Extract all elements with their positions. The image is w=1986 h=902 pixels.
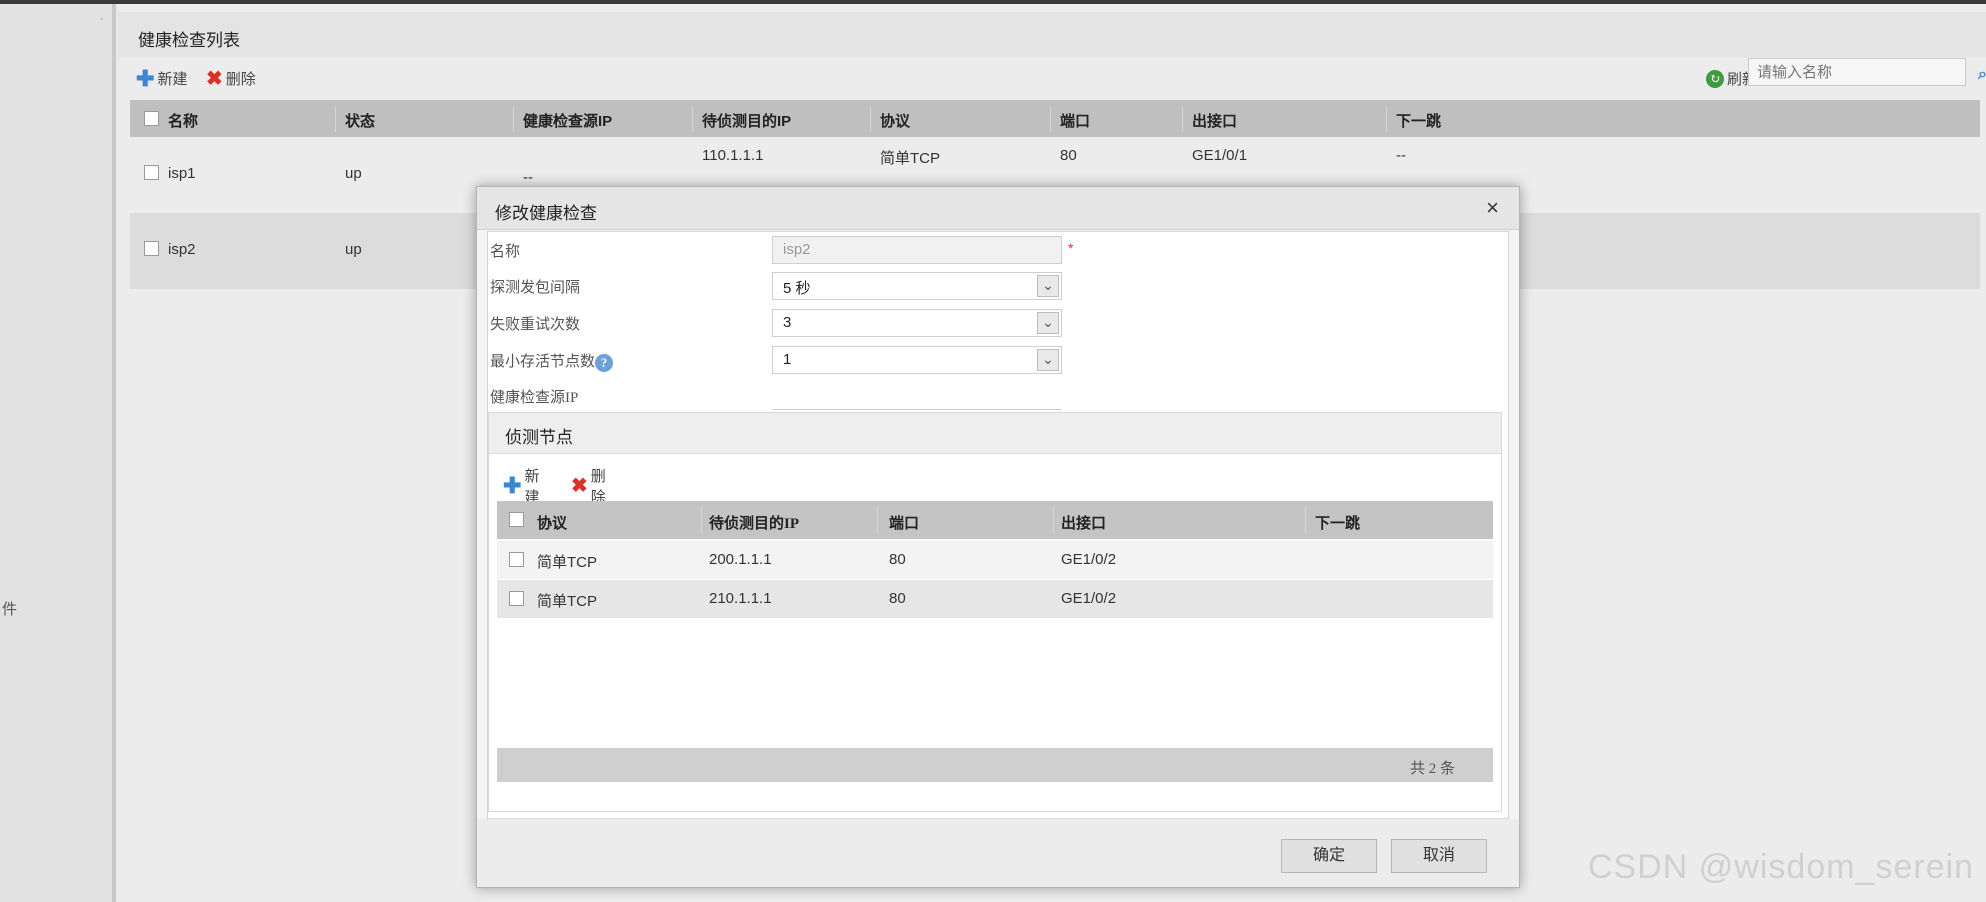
row-source-ip: --: [523, 169, 533, 186]
cross-icon: ✖: [206, 67, 223, 90]
left-nav: ◦ 件: [0, 4, 112, 902]
panel-title: 侦测节点: [505, 428, 573, 447]
total-count: 共 2 条: [1409, 761, 1455, 777]
row-out-iface: GE1/0/2: [1061, 551, 1117, 568]
col-next-hop[interactable]: 下一跳: [1315, 512, 1360, 533]
cross-icon: ✖: [571, 475, 588, 497]
table-header: 协议 待侦测目的IP 端口 出接口 下一跳: [497, 501, 1493, 539]
col-target-ip[interactable]: 待侦测目的IP: [702, 110, 791, 131]
row-target-ip: 110.1.1.1: [702, 147, 764, 164]
form-row-interval: 探测发包间隔 5 秒 ⌄: [488, 272, 1488, 302]
row-name-link[interactable]: isp1: [168, 165, 196, 182]
row-target-ip: 210.1.1.1: [709, 590, 772, 607]
col-source-ip[interactable]: 健康检查源IP: [523, 110, 612, 131]
col-port[interactable]: 端口: [889, 512, 919, 533]
col-status[interactable]: 状态: [345, 110, 375, 131]
probe-node-panel: 侦测节点 ✚ 新建 ✖ 删除 协议 待侦测目的IP 端口 出接口 下一跳 简单T…: [488, 412, 1502, 812]
edit-health-check-dialog: 修改健康检查 × 名称 isp2 * 探测发包间隔 5 秒 ⌄ 失败重试次数 3…: [476, 186, 1520, 888]
probe-node-table: 协议 待侦测目的IP 端口 出接口 下一跳 简单TCP 200.1.1.1 80…: [497, 501, 1493, 618]
plus-icon: ✚: [136, 65, 155, 91]
health-check-table: 名称 状态 健康检查源IP 待侦测目的IP 协议 端口 出接口 下一跳: [130, 100, 1980, 137]
form-row-min-alive: 最小存活节点数? 1 ⌄: [488, 346, 1488, 376]
name-field[interactable]: isp2: [772, 236, 1062, 264]
collapse-handle[interactable]: ◦: [100, 14, 108, 25]
row-port: 80: [889, 551, 906, 568]
search-icon[interactable]: ⌕: [1978, 66, 1986, 84]
row-port: 80: [1060, 147, 1077, 164]
required-mark: *: [1068, 240, 1074, 256]
retry-label: 失败重试次数: [490, 317, 581, 333]
dialog-header: 修改健康检查 ×: [477, 187, 1519, 230]
table-footer: 共 2 条: [497, 748, 1493, 782]
table-row[interactable]: 简单TCP 200.1.1.1 80 GE1/0/2: [497, 541, 1493, 579]
row-target-ip: 200.1.1.1: [709, 551, 772, 568]
row-protocol-link[interactable]: 简单TCP: [537, 590, 597, 611]
select-all-checkbox[interactable]: [144, 109, 159, 126]
row-next-hop: --: [1396, 147, 1406, 164]
form-row-retry: 失败重试次数 3 ⌄: [488, 309, 1488, 339]
row-status: up: [345, 241, 362, 258]
row-out-iface: GE1/0/1: [1192, 147, 1248, 164]
col-port[interactable]: 端口: [1060, 110, 1090, 131]
page-title-bar: 健康检查列表: [118, 12, 1986, 57]
ok-button[interactable]: 确定: [1281, 839, 1377, 873]
form-row-name: 名称 isp2 *: [488, 236, 1488, 266]
col-name[interactable]: 名称: [168, 110, 198, 131]
min-alive-select[interactable]: 1 ⌄: [772, 346, 1062, 374]
cancel-button[interactable]: 取消: [1391, 839, 1487, 873]
form-row-source-ip: 健康检查源IP: [488, 382, 1488, 412]
panel-header: 侦测节点: [489, 413, 1501, 454]
row-name-link[interactable]: isp2: [168, 241, 196, 258]
dialog-footer: 确定 取消: [477, 819, 1519, 887]
delete-button[interactable]: ✖ 删除: [206, 68, 256, 89]
table-header: 名称 状态 健康检查源IP 待侦测目的IP 协议 端口 出接口 下一跳: [130, 100, 1980, 137]
name-label: 名称: [490, 244, 521, 260]
min-alive-label: 最小存活节点数?: [490, 350, 614, 372]
table-row[interactable]: 简单TCP 210.1.1.1 80 GE1/0/2: [497, 580, 1493, 618]
refresh-icon: ↻: [1706, 69, 1724, 88]
new-button[interactable]: ✚ 新建: [136, 65, 187, 91]
col-protocol[interactable]: 协议: [880, 110, 910, 131]
col-out-iface[interactable]: 出接口: [1192, 110, 1237, 131]
source-ip-input[interactable]: [772, 382, 1062, 410]
source-ip-label: 健康检查源IP: [490, 390, 579, 406]
interval-select[interactable]: 5 秒 ⌄: [772, 272, 1062, 300]
retry-select[interactable]: 3 ⌄: [772, 309, 1062, 337]
row-status: up: [345, 165, 362, 182]
main-toolbar: ✚ 新建 ✖ 删除 ↻ 刷新: [136, 66, 1986, 96]
interval-label: 探测发包间隔: [490, 280, 581, 296]
row-checkbox[interactable]: [509, 589, 524, 606]
select-all-checkbox[interactable]: [509, 511, 524, 528]
col-target-ip[interactable]: 待侦测目的IP: [709, 512, 799, 533]
row-protocol: 简单TCP: [880, 150, 941, 167]
col-protocol[interactable]: 协议: [537, 512, 567, 533]
chevron-down-icon[interactable]: ⌄: [1037, 312, 1059, 334]
col-out-iface[interactable]: 出接口: [1061, 512, 1106, 533]
close-icon[interactable]: ×: [1486, 195, 1499, 221]
watermark: CSDN @wisdom_serein: [1588, 848, 1975, 886]
row-out-iface: GE1/0/2: [1061, 590, 1117, 607]
page-title: 健康检查列表: [138, 31, 240, 50]
col-next-hop[interactable]: 下一跳: [1396, 110, 1441, 131]
row-protocol-link[interactable]: 简单TCP: [537, 551, 597, 572]
search-input[interactable]: [1748, 58, 1966, 86]
left-nav-fragment[interactable]: 件: [2, 598, 17, 619]
row-checkbox[interactable]: [509, 550, 524, 567]
left-nav-scrollbar[interactable]: [112, 4, 116, 902]
dialog-body: 名称 isp2 * 探测发包间隔 5 秒 ⌄ 失败重试次数 3 ⌄ 最小存活节点…: [487, 231, 1509, 819]
row-port: 80: [889, 590, 906, 607]
chevron-down-icon[interactable]: ⌄: [1037, 349, 1059, 371]
dialog-title: 修改健康检查: [495, 204, 597, 223]
help-icon[interactable]: ?: [595, 353, 614, 372]
row-checkbox[interactable]: [144, 163, 159, 180]
row-checkbox[interactable]: [144, 239, 159, 256]
chevron-down-icon[interactable]: ⌄: [1037, 275, 1059, 297]
plus-icon: ✚: [503, 473, 522, 498]
